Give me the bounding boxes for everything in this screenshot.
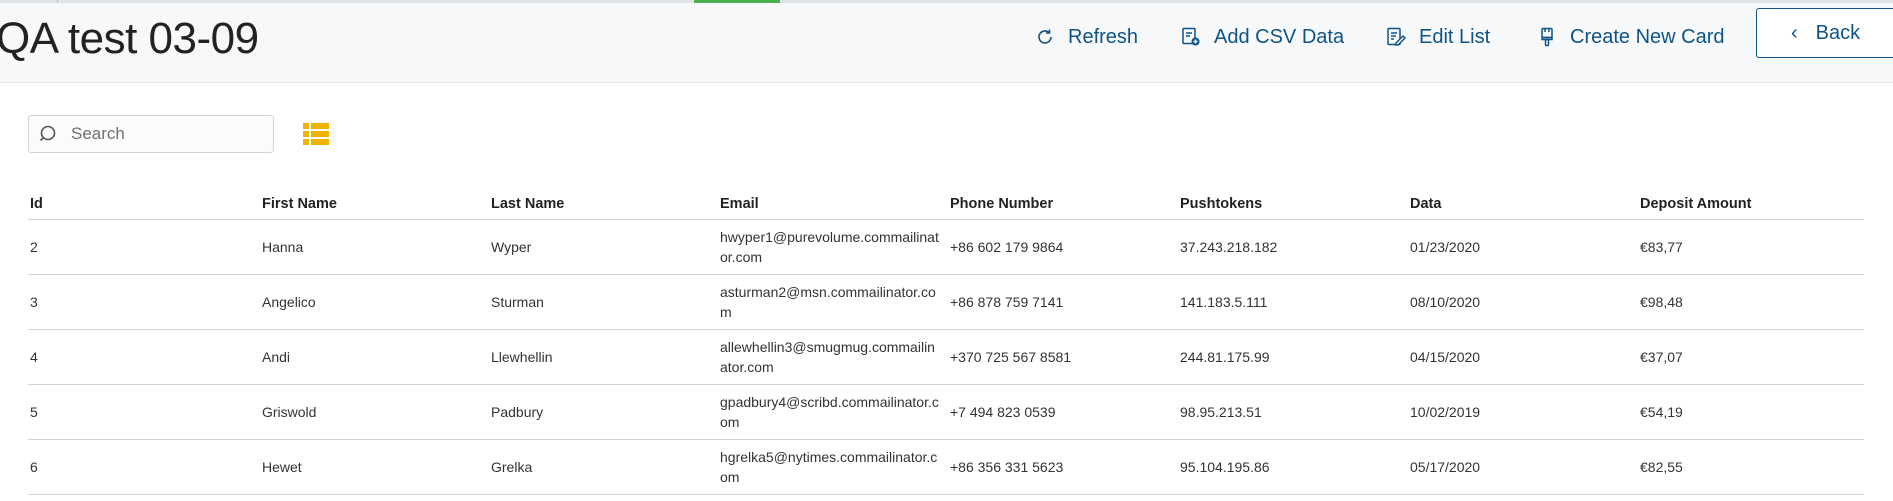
records-table: Id First Name Last Name Email Phone Numb…: [28, 189, 1864, 495]
list-view-icon[interactable]: [303, 122, 329, 146]
cell-data: 01/23/2020: [1408, 219, 1638, 275]
create-new-card-label: Create New Card: [1570, 25, 1725, 48]
cell-first-name: Griswold: [260, 384, 489, 440]
add-csv-data-label: Add CSV Data: [1214, 25, 1345, 48]
cell-pushtokens: 141.183.5.111: [1178, 274, 1408, 330]
column-header-id[interactable]: Id: [28, 189, 260, 220]
cell-deposit-amount: €83,77: [1638, 219, 1864, 275]
cell-last-name: Padbury: [489, 384, 718, 440]
cell-last-name: Sturman: [489, 274, 718, 330]
csv-add-icon: [1180, 26, 1202, 48]
cell-email: hwyper1@purevolume.commailinator.com: [718, 219, 948, 275]
cell-pushtokens: 244.81.175.99: [1178, 329, 1408, 385]
back-button[interactable]: ‹ Back: [1756, 8, 1893, 58]
cell-deposit-amount: €37,07: [1638, 329, 1864, 385]
create-new-card-button[interactable]: Create New Card: [1536, 23, 1725, 51]
cell-deposit-amount: €82,55: [1638, 439, 1864, 495]
cell-phone-number: +7 494 823 0539: [948, 384, 1178, 440]
table-row[interactable]: 3 Angelico Sturman asturman2@msn.commail…: [28, 274, 1864, 330]
table-row[interactable]: 2 Hanna Wyper hwyper1@purevolume.commail…: [28, 219, 1864, 275]
table-header-row: Id First Name Last Name Email Phone Numb…: [28, 189, 1864, 220]
cell-deposit-amount: €98,48: [1638, 274, 1864, 330]
refresh-button[interactable]: Refresh: [1034, 23, 1138, 51]
cell-pushtokens: 98.95.213.51: [1178, 384, 1408, 440]
refresh-icon: [1034, 26, 1056, 48]
cell-id: 4: [28, 329, 260, 385]
cell-data: 05/17/2020: [1408, 439, 1638, 495]
cell-id: 6: [28, 439, 260, 495]
cell-last-name: Grelka: [489, 439, 718, 495]
cell-email: allewhellin3@smugmug.commailinator.com: [718, 329, 948, 385]
cell-deposit-amount: €54,19: [1638, 384, 1864, 440]
cell-first-name: Hewet: [260, 439, 489, 495]
cell-data: 10/02/2019: [1408, 384, 1638, 440]
column-header-data[interactable]: Data: [1408, 189, 1638, 220]
cell-phone-number: +86 356 331 5623: [948, 439, 1178, 495]
add-csv-data-button[interactable]: Add CSV Data: [1180, 23, 1344, 51]
cell-last-name: Wyper: [489, 219, 718, 275]
cell-first-name: Andi: [260, 329, 489, 385]
column-header-last-name[interactable]: Last Name: [489, 189, 718, 220]
edit-list-button[interactable]: Edit List: [1385, 23, 1490, 51]
table-row[interactable]: 6 Hewet Grelka hgrelka5@nytimes.commaili…: [28, 439, 1864, 495]
cell-id: 3: [28, 274, 260, 330]
chevron-left-icon: ‹: [1791, 21, 1798, 44]
cell-email: asturman2@msn.commailinator.com: [718, 274, 948, 330]
column-header-pushtokens[interactable]: Pushtokens: [1178, 189, 1408, 220]
cell-email: hgrelka5@nytimes.commailinator.com: [718, 439, 948, 495]
column-header-phone-number[interactable]: Phone Number: [948, 189, 1178, 220]
cell-last-name: Llewhellin: [489, 329, 718, 385]
search-icon: [39, 124, 59, 144]
cell-pushtokens: 95.104.195.86: [1178, 439, 1408, 495]
cell-data: 04/15/2020: [1408, 329, 1638, 385]
search-input[interactable]: [69, 123, 253, 145]
cell-email: gpadbury4@scribd.commailinator.com: [718, 384, 948, 440]
page-header: QA test 03-09 Refresh Add CSV Data Edit …: [0, 3, 1893, 83]
edit-list-label: Edit List: [1419, 25, 1491, 48]
cell-id: 5: [28, 384, 260, 440]
column-header-deposit-amount[interactable]: Deposit Amount: [1638, 189, 1864, 220]
cell-first-name: Hanna: [260, 219, 489, 275]
cell-phone-number: +370 725 567 8581: [948, 329, 1178, 385]
column-header-email[interactable]: Email: [718, 189, 948, 220]
refresh-label: Refresh: [1068, 25, 1139, 48]
cell-id: 2: [28, 219, 260, 275]
page-title: QA test 03-09: [0, 14, 259, 63]
back-label: Back: [1815, 21, 1861, 44]
cell-first-name: Angelico: [260, 274, 489, 330]
table-row[interactable]: 5 Griswold Padbury gpadbury4@scribd.comm…: [28, 384, 1864, 440]
cell-phone-number: +86 878 759 7141: [948, 274, 1178, 330]
cell-pushtokens: 37.243.218.182: [1178, 219, 1408, 275]
edit-list-icon: [1385, 26, 1407, 48]
cell-data: 08/10/2020: [1408, 274, 1638, 330]
table-row[interactable]: 4 Andi Llewhellin allewhellin3@smugmug.c…: [28, 329, 1864, 385]
column-header-first-name[interactable]: First Name: [260, 189, 489, 220]
cell-phone-number: +86 602 179 9864: [948, 219, 1178, 275]
brush-icon: [1536, 26, 1558, 48]
search-box[interactable]: [28, 115, 274, 153]
